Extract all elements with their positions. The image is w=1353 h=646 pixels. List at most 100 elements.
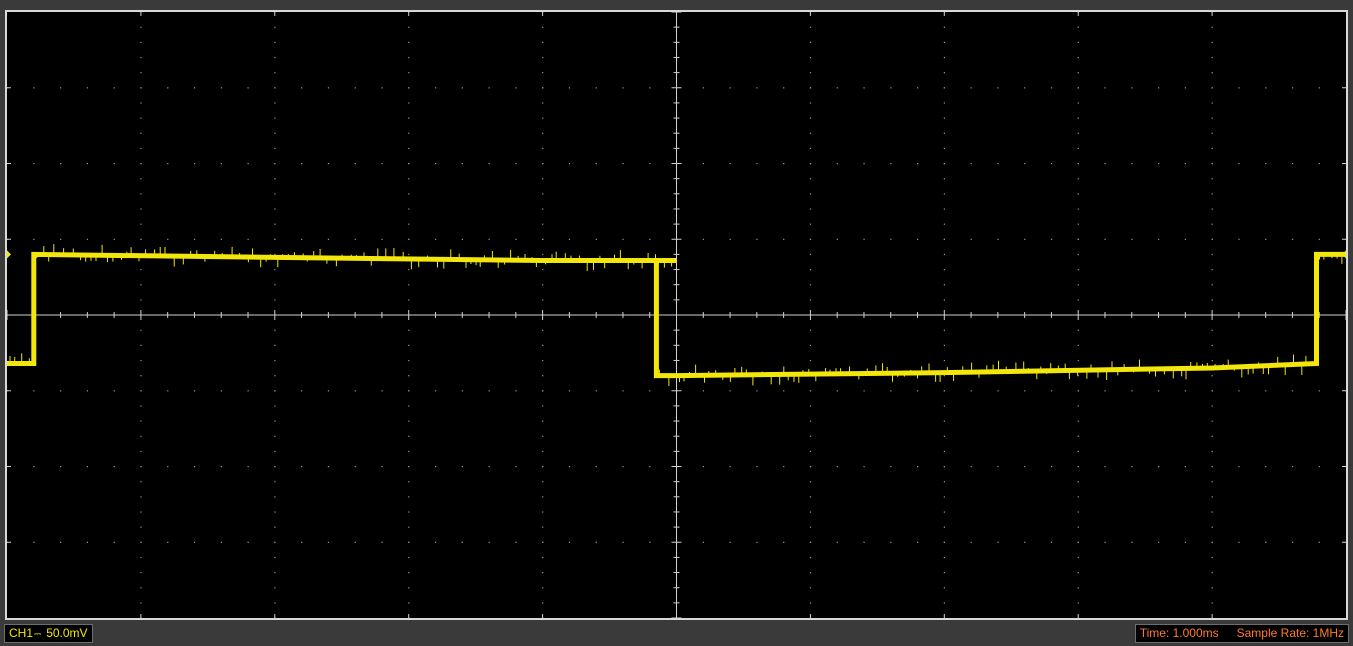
grid-dot (622, 541, 624, 543)
channel-1-indicator[interactable]: CH1⎓ 50.0mV (4, 624, 93, 643)
grid-dot (113, 390, 115, 392)
grid-dot (301, 466, 303, 468)
grid-dot (836, 541, 838, 543)
grid-dot (1211, 420, 1213, 422)
grid-dot (756, 541, 758, 543)
grid-dot (488, 238, 490, 240)
grid-dot (193, 466, 196, 468)
grid-dot (1024, 87, 1026, 89)
grid-dot (809, 572, 812, 574)
grid-dot (140, 435, 142, 437)
grid-dot (247, 87, 249, 89)
grid-dot (809, 56, 812, 59)
grid-dot (729, 163, 731, 165)
grid-dot (140, 56, 142, 59)
grid-dot (970, 238, 972, 240)
grid-dot (809, 299, 812, 301)
grid-dot (1131, 163, 1133, 165)
grid-dot (809, 238, 812, 240)
grid-dot (542, 405, 544, 407)
grid-dot (1050, 390, 1053, 392)
waveform-display[interactable] (5, 10, 1348, 620)
grid-dot (1211, 87, 1213, 89)
grid-dot (809, 253, 812, 256)
grid-dot (1077, 41, 1079, 43)
grid-dot (327, 390, 330, 392)
grid-dot (515, 466, 517, 468)
grid-dot (1211, 117, 1213, 119)
grid-dot (167, 541, 169, 543)
grid-dot (943, 496, 945, 498)
grid-dot (1318, 541, 1320, 543)
grid-dot (140, 269, 142, 271)
grid-dot (622, 466, 624, 468)
grid-dot (809, 41, 812, 43)
grid-dot (836, 466, 838, 468)
grid-dot (274, 526, 276, 528)
grid-dot (301, 238, 303, 240)
grid-dot (863, 87, 865, 89)
grid-dot (1104, 87, 1106, 89)
grid-dot (783, 238, 785, 240)
grid-dot (86, 163, 89, 165)
grid-dot (649, 390, 651, 392)
grid-dot (1265, 466, 1267, 468)
grid-dot (542, 132, 544, 134)
grid-dot (1211, 163, 1213, 165)
grid-dot (809, 435, 812, 437)
grid-dot (542, 163, 544, 165)
trigger-level-right-marker (1342, 250, 1346, 259)
grid-dot (917, 238, 919, 240)
grid-dot (1077, 541, 1079, 543)
grid-dot (247, 541, 249, 543)
grid-dot (756, 390, 758, 392)
grid-dot (542, 541, 544, 543)
grid-dot (649, 466, 651, 468)
grid-dot (354, 163, 356, 165)
grid-dot (1318, 238, 1320, 240)
grid-dot (1291, 541, 1294, 543)
grid-dot (33, 87, 35, 89)
grid-dot (1318, 87, 1320, 89)
grid-dot (542, 450, 544, 453)
grid-dot (86, 390, 89, 392)
grid-dot (140, 208, 142, 210)
grid-dot (542, 193, 544, 195)
grid-dot (220, 541, 222, 543)
grid-dot (193, 238, 196, 240)
grid-dot (167, 87, 169, 89)
grid-dot (943, 117, 945, 119)
timebase-indicator[interactable]: Time: 1.000ms Sample Rate: 1MHz (1134, 624, 1349, 643)
grid-dot (702, 87, 704, 89)
grid-dot (649, 163, 651, 165)
grid-dot (408, 147, 410, 150)
grid-dot (809, 450, 812, 453)
grid-dot (809, 223, 812, 225)
grid-dot (863, 390, 865, 392)
grid-dot (193, 87, 196, 89)
grid-dot (729, 390, 731, 392)
grid-dot (1265, 541, 1267, 543)
grid-dot (33, 238, 35, 240)
grid-dot (381, 390, 383, 392)
grid-dot (1211, 208, 1213, 210)
grid-dot (1211, 359, 1213, 362)
grid-dot (809, 147, 812, 150)
status-bar: CH1⎓ 50.0mV Time: 1.000ms Sample Rate: 1MH… (0, 622, 1353, 646)
grid-dot (542, 435, 544, 437)
sample-rate-value: Sample Rate: 1MHz (1236, 626, 1344, 640)
grid-dot (1238, 87, 1240, 89)
grid-dot (890, 238, 892, 240)
grid-dot (408, 526, 410, 528)
grid-dot (60, 541, 62, 543)
grid-dot (274, 269, 276, 271)
grid-dot (1024, 466, 1026, 468)
grid-dot (381, 466, 383, 468)
grid-dot (542, 420, 544, 422)
grid-dot (890, 466, 892, 468)
grid-dot (1131, 541, 1133, 543)
grid-dot (1211, 26, 1213, 28)
grid-dot (622, 163, 624, 165)
grid-dot (1131, 390, 1133, 392)
grid-dot (461, 390, 463, 392)
